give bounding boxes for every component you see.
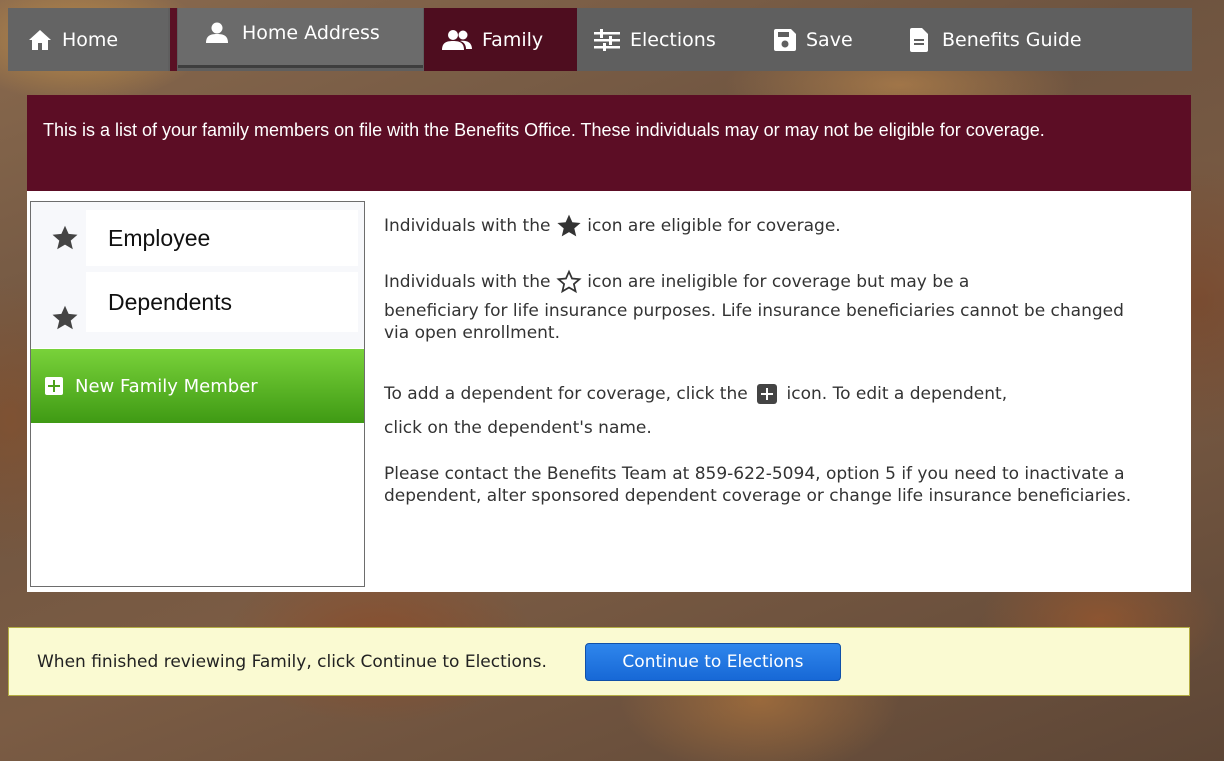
nav-family-label: Family (482, 28, 544, 51)
nav-divider (170, 8, 177, 71)
nav-home-label: Home (62, 28, 119, 51)
users-icon (442, 29, 472, 50)
continue-bar: When finished reviewing Family, click Co… (8, 627, 1190, 696)
family-info-banner: This is a list of your family members on… (27, 95, 1191, 191)
nav-family[interactable]: Family (424, 8, 577, 71)
eligible-note: Individuals with the icon are eligible f… (384, 213, 1164, 239)
outline-star-icon (556, 269, 582, 294)
nav-home-address-label: Home Address (242, 22, 380, 44)
new-family-member-button[interactable]: New Family Member (31, 349, 364, 423)
ineligible-note-continued: beneficiary for life insurance purposes.… (384, 301, 1124, 343)
eligible-note-suffix: icon are eligible for coverage. (587, 216, 841, 236)
new-family-member-label: New Family Member (75, 375, 258, 397)
filled-star-icon (52, 225, 78, 250)
nav-benefits-guide-label: Benefits Guide (942, 28, 1082, 51)
eligible-note-prefix: Individuals with the (384, 216, 551, 236)
continue-instructions: When finished reviewing Family, click Co… (37, 651, 547, 672)
add-dependent-note: To add a dependent for coverage, click t… (384, 383, 1164, 405)
nav-save-label: Save (806, 28, 853, 51)
home-icon (29, 29, 51, 50)
list-item-dependents[interactable]: Dependents (31, 272, 364, 348)
continue-to-elections-button[interactable]: Continue to Elections (584, 642, 841, 681)
edit-dependent-note: click on the dependent's name. (384, 418, 652, 438)
ineligible-note-prefix: Individuals with the (384, 272, 551, 292)
add-dependent-suffix: icon. To edit a dependent, (786, 384, 1008, 404)
family-panel: This is a list of your family members on… (27, 95, 1191, 592)
plus-icon (45, 377, 63, 395)
ineligible-note-suffix: icon are ineligible for coverage but may… (587, 272, 970, 292)
filled-star-icon (52, 305, 78, 330)
nav-save[interactable]: Save (774, 8, 853, 71)
nav-elections-label: Elections (630, 28, 716, 51)
plus-icon (757, 384, 778, 404)
top-navigation: Home Home Address Family Elections Save … (8, 8, 1192, 71)
filled-star-icon (557, 214, 581, 237)
nav-home-address[interactable]: Home Address (178, 8, 423, 68)
ineligible-note: Individuals with the icon are ineligible… (384, 269, 1164, 295)
family-member-list: Employee Dependents New Family Member (30, 201, 365, 587)
contact-note: Please contact the Benefits Team at 859-… (384, 464, 1132, 506)
save-icon (774, 28, 796, 51)
dependents-name[interactable]: Dependents (86, 272, 358, 332)
sliders-icon (594, 28, 620, 51)
document-icon (910, 27, 928, 52)
nav-home[interactable]: Home (8, 8, 168, 71)
employee-name[interactable]: Employee (86, 210, 358, 266)
add-dependent-prefix: To add a dependent for coverage, click t… (384, 384, 748, 404)
nav-benefits-guide[interactable]: Benefits Guide (910, 8, 1082, 71)
nav-elections[interactable]: Elections (594, 8, 716, 71)
user-icon (206, 22, 228, 43)
list-item-employee[interactable]: Employee (31, 202, 364, 277)
